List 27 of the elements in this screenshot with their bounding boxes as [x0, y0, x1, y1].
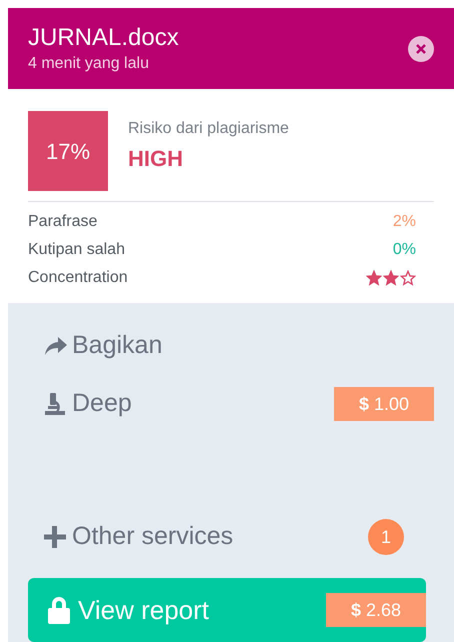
close-icon	[416, 44, 426, 54]
metric-label: Concentration	[28, 268, 128, 288]
close-button[interactable]	[408, 36, 434, 62]
empty-star-icon	[400, 270, 416, 286]
document-title: JURNAL.docx	[28, 22, 179, 53]
plus-icon	[42, 524, 68, 550]
lock-icon	[46, 595, 72, 625]
count-badge: 1	[368, 519, 404, 555]
risk-label: Risiko dari plagiarisme	[128, 119, 289, 140]
action-link[interactable]: Deep	[28, 385, 132, 423]
metric-value: 0%	[392, 240, 416, 260]
price-tag: $ 1.00	[334, 387, 434, 421]
action-link[interactable]: Other services	[28, 518, 234, 556]
price-tag: $ 2.68	[326, 593, 426, 627]
filled-star-icon	[383, 270, 399, 286]
view-report-label: View report	[78, 594, 210, 626]
risk-score-tile: 17%	[28, 111, 108, 192]
view-report-button[interactable]: View report $ 2.68	[28, 578, 426, 642]
metric-value: 2%	[392, 212, 416, 232]
filled-star-icon	[366, 270, 382, 286]
time-ago: 4 menit yang lalu	[28, 54, 150, 74]
share-arrow-icon	[42, 335, 68, 357]
action-link[interactable]: Bagikan	[28, 327, 162, 365]
risk-level: HIGH	[128, 145, 184, 174]
microscope-icon	[42, 391, 68, 417]
metric-label: Kutipan salah	[28, 240, 125, 260]
metric-label: Parafrase	[28, 212, 98, 232]
